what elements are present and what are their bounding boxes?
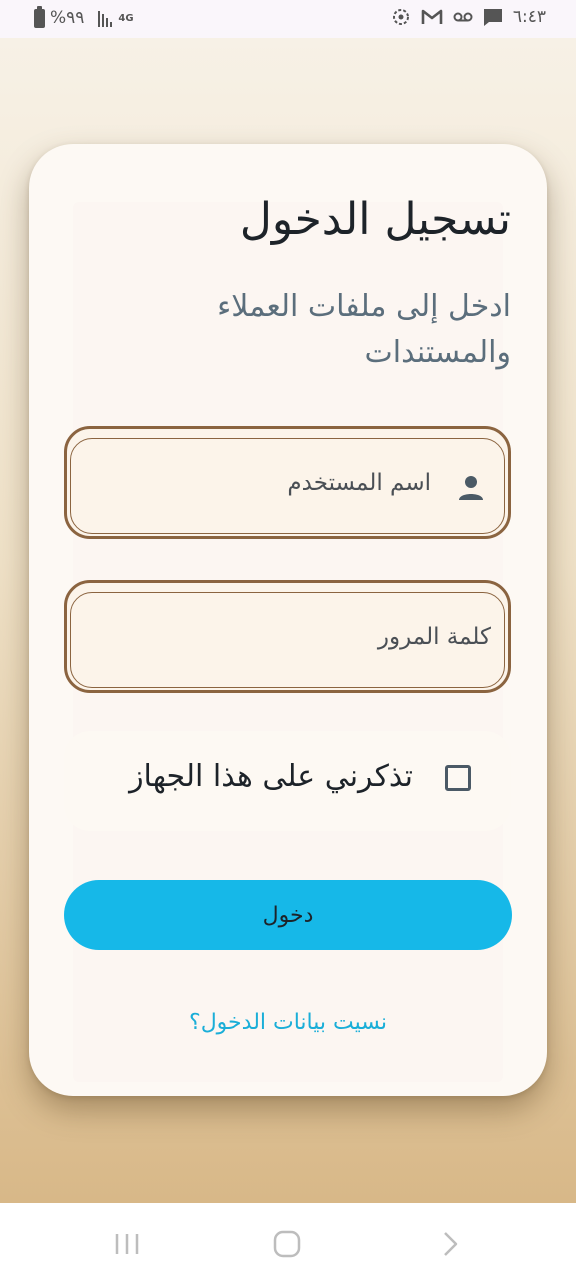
clock: ٦:٤٣ — [512, 7, 546, 27]
remember-me-checkbox[interactable] — [445, 765, 471, 791]
user-icon — [456, 473, 486, 503]
back-icon[interactable] — [434, 1229, 464, 1259]
recent-apps-icon[interactable] — [112, 1229, 142, 1259]
battery-icon — [34, 5, 45, 28]
login-card: تسجيل الدخول ادخل إلى ملفات العملاء والم… — [29, 144, 547, 1096]
remember-me-label: تذكرني على هذا الجهاز — [129, 759, 413, 794]
chat-bubble-icon — [483, 7, 503, 27]
username-input[interactable] — [87, 457, 433, 509]
main-background: تسجيل الدخول ادخل إلى ملفات العملاء والم… — [0, 38, 576, 1203]
password-field[interactable] — [64, 580, 511, 693]
page-title: تسجيل الدخول — [239, 194, 511, 245]
password-input[interactable] — [87, 611, 493, 663]
network-type: 4G — [118, 12, 134, 24]
signal-icon — [98, 9, 114, 27]
remember-me-row[interactable]: تذكرني على هذا الجهاز — [64, 731, 511, 831]
gmail-icon — [421, 8, 443, 26]
login-button[interactable]: دخول — [64, 880, 512, 950]
battery-level: %٩٩ — [50, 8, 85, 28]
home-icon[interactable] — [272, 1229, 302, 1259]
page-subtitle: ادخل إلى ملفات العملاء والمستندات — [217, 289, 511, 370]
voicemail-icon — [453, 11, 473, 23]
sync-icon — [391, 7, 411, 27]
forgot-credentials-link[interactable]: نسيت بيانات الدخول؟ — [29, 1010, 547, 1035]
status-bar-right: ٦:٤٣ — [391, 7, 546, 27]
status-bar-left: %٩٩ 4G — [34, 5, 134, 28]
status-bar: %٩٩ 4G ٦:٤٣ — [0, 0, 576, 38]
username-field[interactable] — [64, 426, 511, 539]
system-nav-bar — [0, 1203, 576, 1280]
